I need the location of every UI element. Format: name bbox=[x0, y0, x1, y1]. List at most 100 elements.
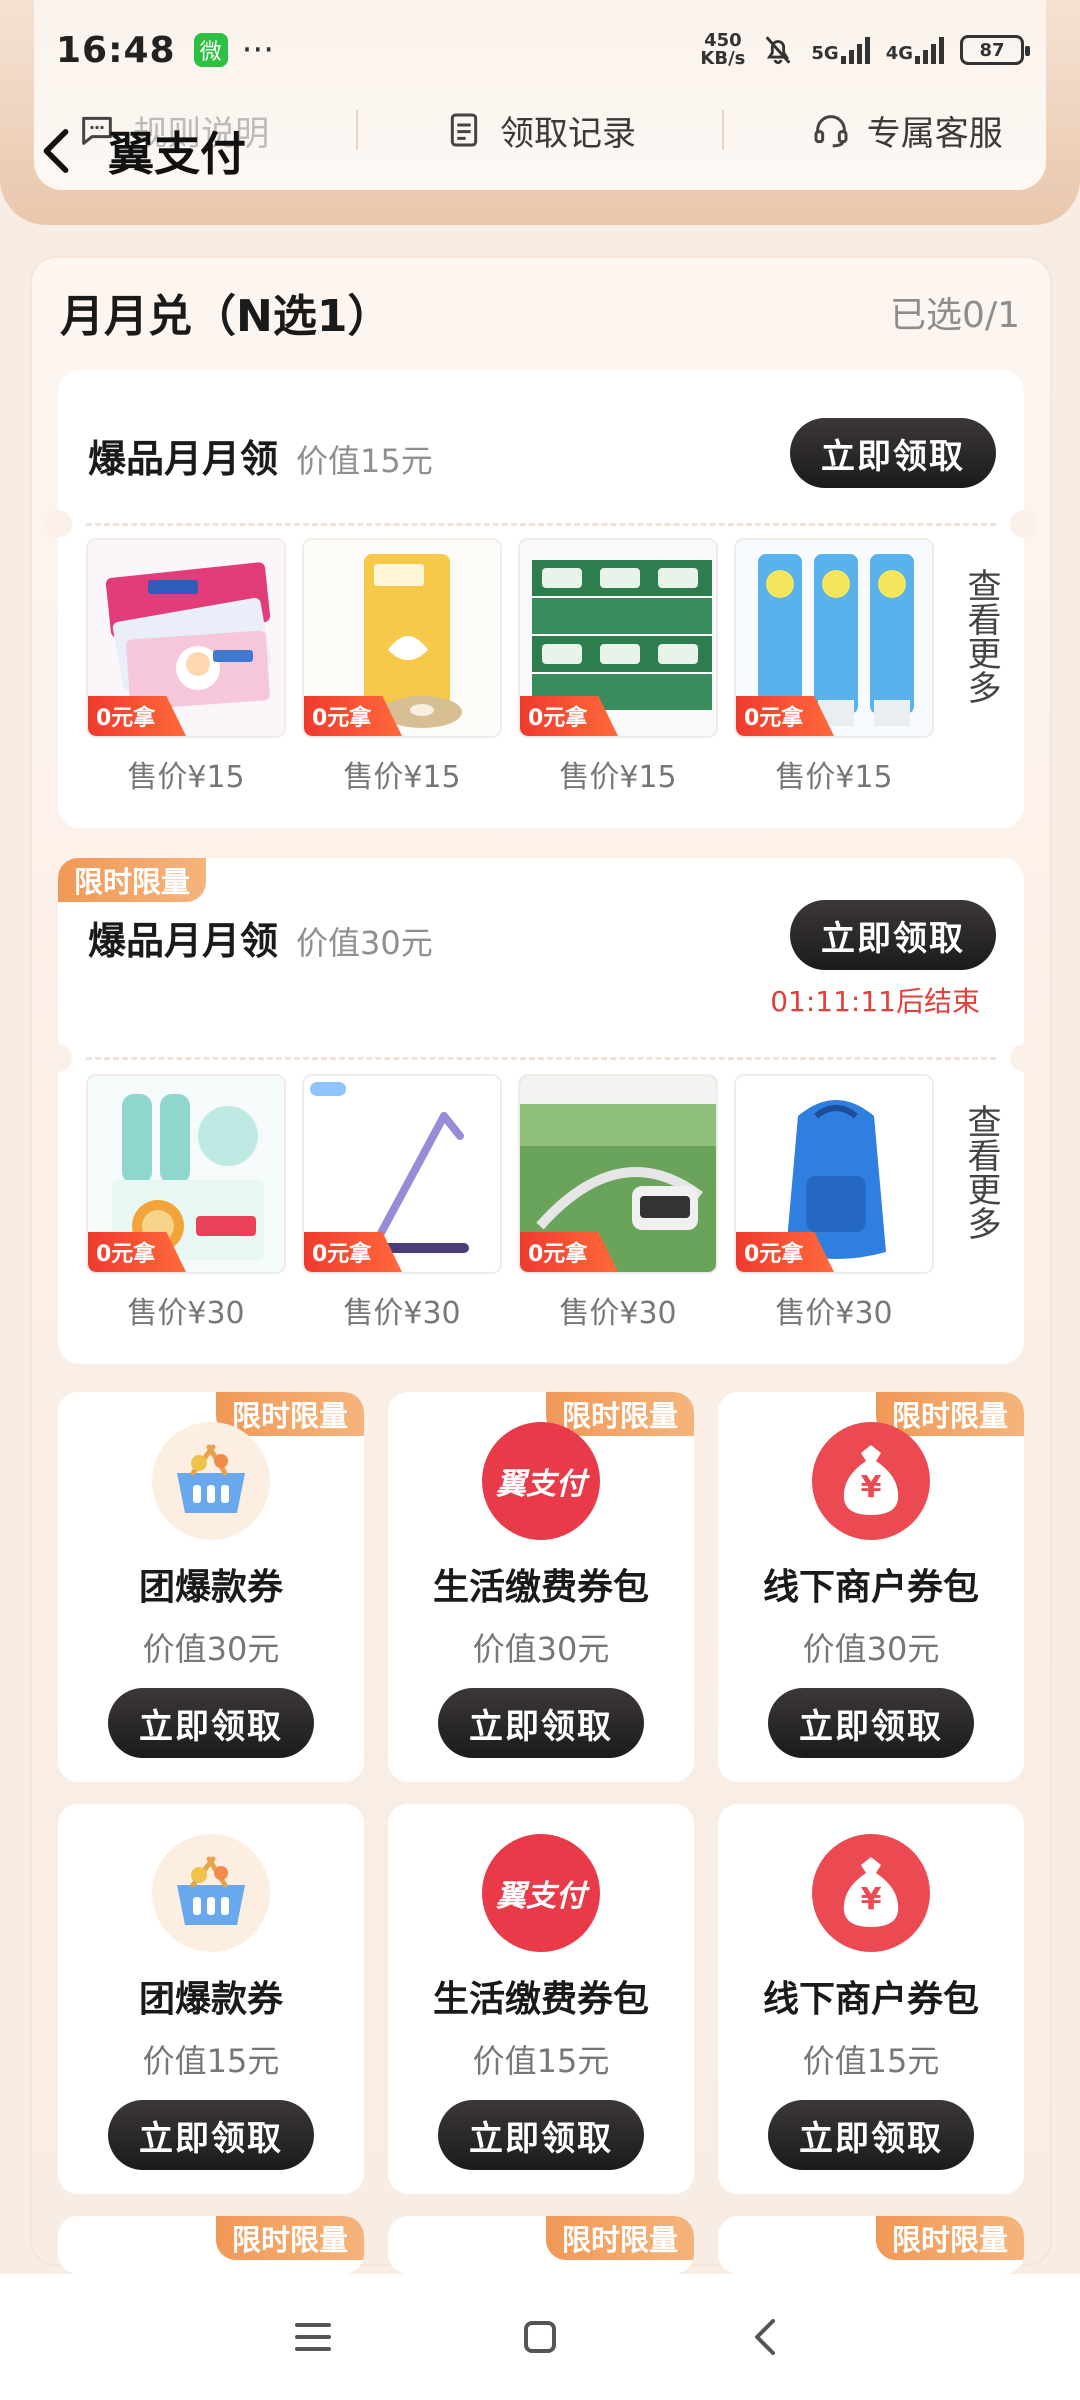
coupon-name: 线下商户券包 bbox=[762, 1979, 979, 2020]
product-list: 0元拿 售价¥30 0元拿 售价¥30 0元拿 售价¥30 0元拿 售价¥30 bbox=[86, 1074, 934, 1332]
dashed-divider bbox=[86, 1057, 996, 1060]
records-link[interactable]: 领取记录 bbox=[444, 106, 636, 155]
money-bag-icon: ¥ bbox=[812, 1422, 930, 1540]
product-list: 0元拿 售价¥15 0元拿 售价¥15 0元拿 售价¥15 0元拿 售价¥15 bbox=[86, 538, 934, 796]
yuan-symbol: ¥ bbox=[860, 1470, 882, 1505]
logo-text: 翼支付 bbox=[496, 1879, 586, 1914]
product-image: 0元拿 bbox=[302, 538, 502, 738]
product-image: 0元拿 bbox=[86, 538, 286, 738]
product-price: 售价¥15 bbox=[559, 760, 677, 795]
nav-divider bbox=[355, 110, 358, 150]
product-image: 0元拿 bbox=[518, 1074, 718, 1274]
offer-card: 限时限量 爆品月月领 价值30元 立即领取 01:11:11后结束 0元拿 售价… bbox=[44, 858, 1038, 1364]
ticket-notch bbox=[1010, 510, 1038, 538]
back-arrow-icon[interactable] bbox=[40, 127, 72, 175]
coupon-card: 限时限量 bbox=[388, 2216, 694, 2274]
coupon-value: 价值15元 bbox=[142, 2042, 280, 2080]
basket-icon bbox=[152, 1834, 270, 1952]
app-title: 翼支付 bbox=[108, 127, 246, 181]
dashed-divider bbox=[86, 523, 996, 526]
coupon-value: 价值15元 bbox=[802, 2042, 940, 2080]
selected-count: 已选0/1 bbox=[890, 295, 1020, 336]
claim-button[interactable]: 立即领取 bbox=[768, 2100, 974, 2170]
see-more-link[interactable]: 查看更多 bbox=[960, 568, 1001, 704]
product-image: 0元拿 bbox=[734, 1074, 934, 1274]
coupon-card: 限时限量 bbox=[58, 2216, 364, 2274]
product-item[interactable]: 0元拿 售价¥15 bbox=[86, 538, 286, 796]
product-image: 0元拿 bbox=[86, 1074, 286, 1274]
limited-ribbon: 限时限量 bbox=[58, 858, 207, 902]
claim-button[interactable]: 立即领取 bbox=[790, 418, 996, 488]
claim-button[interactable]: 立即领取 bbox=[108, 1688, 314, 1758]
money-bag-icon: ¥ bbox=[812, 1834, 930, 1952]
battery-icon: 87 bbox=[960, 35, 1030, 65]
status-time: 16:48 bbox=[56, 29, 176, 71]
ticket-notch bbox=[1010, 1044, 1038, 1072]
headset-icon bbox=[814, 115, 848, 148]
product-item[interactable]: 0元拿 售价¥30 bbox=[734, 1074, 934, 1332]
claim-button[interactable]: 立即领取 bbox=[768, 1688, 974, 1758]
product-item[interactable]: 0元拿 售价¥15 bbox=[734, 538, 934, 796]
coupon-value: 价值15元 bbox=[472, 2042, 610, 2080]
product-item[interactable]: 0元拿 售价¥15 bbox=[302, 538, 502, 796]
yuan-symbol: ¥ bbox=[860, 1882, 882, 1917]
coupon-name: 生活缴费券包 bbox=[432, 1979, 649, 2020]
mute-bell-icon bbox=[765, 36, 791, 65]
coupon-name: 团爆款券 bbox=[138, 1979, 283, 2020]
coupon-card: 团爆款券 价值15元 立即领取 bbox=[58, 1804, 364, 2194]
coupon-card: 翼支付 生活缴费券包 价值15元 立即领取 bbox=[388, 1804, 694, 2194]
ticket-notch bbox=[44, 510, 72, 538]
product-image: 0元拿 bbox=[734, 538, 934, 738]
offer-header: 爆品月月领 价值30元 bbox=[88, 910, 433, 965]
claim-button[interactable]: 立即领取 bbox=[790, 900, 996, 970]
signal-5g-icon: 5G bbox=[811, 36, 870, 64]
coupon-value: 价值30元 bbox=[142, 1630, 280, 1668]
section-title: 月月兑（N选1） bbox=[60, 291, 392, 342]
product-item[interactable]: 0元拿 售价¥15 bbox=[518, 538, 718, 796]
product-price: 售价¥15 bbox=[343, 760, 461, 795]
limited-ribbon: 限时限量 bbox=[545, 2216, 694, 2260]
coupon-name: 生活缴费券包 bbox=[432, 1567, 649, 1608]
product-item[interactable]: 0元拿 售价¥30 bbox=[302, 1074, 502, 1332]
customer-service-link[interactable]: 专属客服 bbox=[811, 106, 1003, 155]
claim-button[interactable]: 立即领取 bbox=[108, 2100, 314, 2170]
product-image: 0元拿 bbox=[302, 1074, 502, 1274]
product-image: 0元拿 bbox=[518, 538, 718, 738]
product-price: 售价¥15 bbox=[127, 760, 245, 795]
coupon-card: 限时限量 ¥ 线下商户券包 价值30元 立即领取 bbox=[718, 1392, 1024, 1782]
see-more-link[interactable]: 查看更多 bbox=[960, 1104, 1001, 1240]
coupon-name: 团爆款券 bbox=[138, 1567, 283, 1608]
nav-divider bbox=[722, 110, 725, 150]
menu-icon[interactable] bbox=[289, 2313, 337, 2361]
signal-4g-icon: 4G bbox=[886, 36, 944, 64]
claim-button[interactable]: 立即领取 bbox=[438, 1688, 644, 1758]
offer-card: 爆品月月领 价值15元 立即领取 0元拿 售价¥15 0元拿 售价¥15 0元拿… bbox=[44, 370, 1038, 828]
yizhifu-logo-icon: 翼支付 bbox=[482, 1422, 600, 1540]
home-icon[interactable] bbox=[516, 2313, 564, 2361]
product-price: 售价¥15 bbox=[775, 760, 893, 795]
logo-text: 翼支付 bbox=[496, 1467, 586, 1502]
limited-ribbon: 限时限量 bbox=[875, 2216, 1024, 2260]
back-icon[interactable] bbox=[743, 2313, 791, 2361]
coupon-value: 价值30元 bbox=[802, 1630, 940, 1668]
coupon-card: 限时限量 bbox=[718, 2216, 1024, 2274]
ticket-notch bbox=[44, 1044, 72, 1072]
offer-value: 价值30元 bbox=[296, 924, 433, 962]
system-nav-bar bbox=[0, 2274, 1080, 2400]
product-price: 售价¥30 bbox=[343, 1296, 461, 1331]
coupon-name: 线下商户券包 bbox=[762, 1567, 979, 1608]
product-price: 售价¥30 bbox=[775, 1296, 893, 1331]
product-price: 售价¥30 bbox=[127, 1296, 245, 1331]
claim-button[interactable]: 立即领取 bbox=[438, 2100, 644, 2170]
status-bar: 16:48 微 ··· 450 KB/s 5G 4G 87 bbox=[0, 0, 1080, 100]
coupon-value: 价值30元 bbox=[472, 1630, 610, 1668]
limited-ribbon: 限时限量 bbox=[215, 2216, 364, 2260]
yizhifu-logo-icon: 翼支付 bbox=[482, 1834, 600, 1952]
records-label: 领取记录 bbox=[499, 113, 636, 154]
coupon-card: 限时限量 翼支付 生活缴费券包 价值30元 立即领取 bbox=[388, 1392, 694, 1782]
net-speed: 450 KB/s bbox=[700, 30, 746, 69]
product-item[interactable]: 0元拿 售价¥30 bbox=[518, 1074, 718, 1332]
offer-header: 爆品月月领 价值15元 bbox=[88, 428, 433, 483]
product-item[interactable]: 0元拿 售价¥30 bbox=[86, 1074, 286, 1332]
wechat-icon: 微 bbox=[193, 33, 228, 67]
